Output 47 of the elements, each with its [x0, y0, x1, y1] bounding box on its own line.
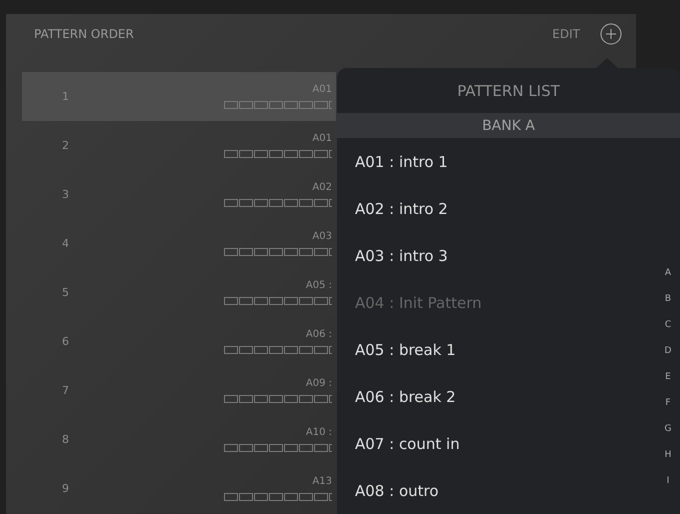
pattern-item[interactable]: A02 : intro 2 — [337, 185, 656, 232]
order-row[interactable]: 7 A09 : — [22, 366, 336, 415]
order-row[interactable]: 5 A05 : — [22, 268, 336, 317]
row-number: 6 — [62, 335, 70, 348]
index-letter[interactable]: G — [664, 416, 672, 442]
pattern-name: A09 : — [306, 378, 332, 389]
pattern-item[interactable]: A07 : count in — [337, 420, 656, 467]
row-number: 4 — [62, 237, 70, 250]
index-letter[interactable]: C — [664, 312, 672, 338]
pattern-name: A13 — [312, 476, 332, 487]
row-number: 5 — [62, 286, 70, 299]
pattern-item[interactable]: A01 : intro 1 — [337, 138, 656, 185]
popover-title: PATTERN LIST — [456, 80, 561, 102]
index-letter[interactable]: D — [664, 338, 672, 364]
index-letter[interactable]: F — [665, 390, 671, 416]
index-letter[interactable]: I — [666, 468, 670, 494]
order-row[interactable]: 8 A10 : — [22, 415, 336, 464]
index-letter[interactable]: H — [664, 442, 672, 468]
index-letter[interactable]: B — [664, 286, 672, 312]
row-number: 8 — [62, 433, 70, 446]
index-letter[interactable]: A — [664, 260, 672, 286]
row-number: 3 — [62, 188, 70, 201]
row-number: 1 — [62, 90, 70, 103]
row-number: 2 — [62, 139, 70, 152]
bank-header: BANK A — [337, 113, 680, 138]
order-row[interactable]: 3 A02 — [22, 170, 336, 219]
pattern-name: A06 : — [306, 329, 332, 340]
panel-title: PATTERN ORDER — [34, 27, 135, 41]
order-row[interactable]: 2 A01 — [22, 121, 336, 170]
index-letter[interactable]: E — [665, 364, 671, 390]
pattern-item[interactable]: A05 : break 1 — [337, 326, 656, 373]
order-row[interactable]: 4 A03 — [22, 219, 336, 268]
order-row[interactable]: 9 A13 — [22, 464, 336, 513]
add-icon[interactable] — [600, 23, 622, 45]
pattern-item[interactable]: A08 : outro — [337, 467, 656, 514]
row-number: 7 — [62, 384, 70, 397]
pattern-name: A01 — [312, 133, 332, 144]
pattern-name: A02 — [312, 182, 332, 193]
pattern-name: A05 : — [306, 280, 332, 291]
order-row[interactable]: 6 A06 : — [22, 317, 336, 366]
pattern-item[interactable]: A03 : intro 3 — [337, 232, 656, 279]
pattern-name: A03 — [312, 231, 332, 242]
pattern-item[interactable]: A06 : break 2 — [337, 373, 656, 420]
edit-button[interactable]: EDIT — [544, 27, 588, 41]
row-number: 9 — [62, 482, 70, 495]
pattern-name: A01 — [312, 84, 332, 95]
pattern-name: A10 : — [306, 427, 332, 438]
